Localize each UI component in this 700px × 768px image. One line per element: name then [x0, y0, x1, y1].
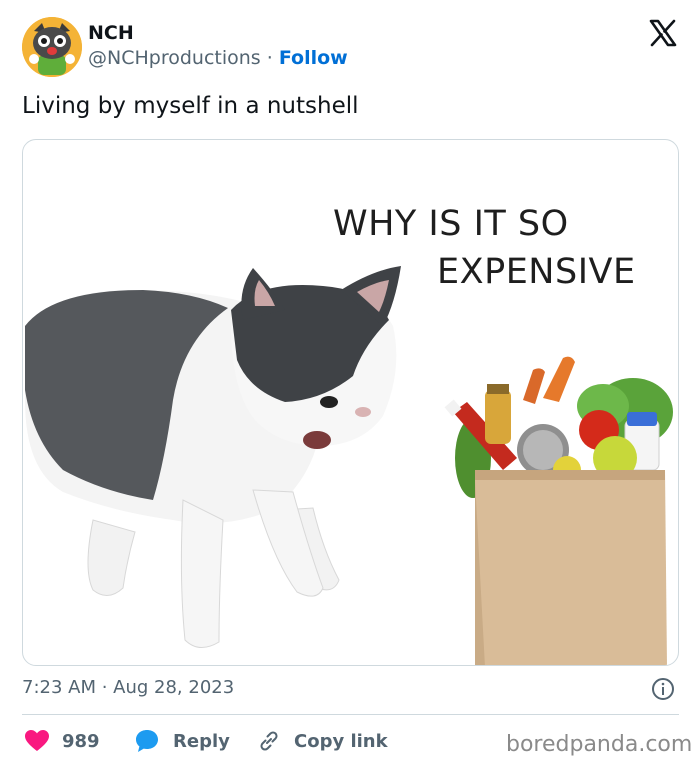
author-handle-line: @NCHproductions · Follow: [88, 47, 348, 69]
tweet-media[interactable]: WHY IS IT SO EXPENSIVE: [22, 139, 679, 666]
info-icon[interactable]: [651, 677, 675, 701]
tweet-text: Living by myself in a nutshell: [22, 93, 359, 119]
like-count: 989: [62, 730, 100, 752]
divider: [22, 714, 679, 715]
tweet-actions: 989 Reply Copy link: [22, 724, 502, 758]
follow-button[interactable]: Follow: [279, 47, 348, 69]
watermark: boredpanda.com: [506, 732, 693, 757]
avatar[interactable]: [22, 17, 82, 77]
reply-label: Reply: [173, 730, 230, 752]
x-logo-icon[interactable]: [648, 18, 678, 48]
like-button[interactable]: 989: [24, 724, 100, 758]
speech-bubble-icon: [136, 730, 158, 752]
handle-separator: ·: [266, 47, 273, 69]
tweet-timestamp[interactable]: 7:23 AM · Aug 28, 2023: [22, 677, 234, 698]
meme-image: [25, 266, 673, 665]
cat-illustration: [25, 266, 401, 648]
reply-button[interactable]: Reply: [134, 724, 230, 758]
tweet-header: NCH @NCHproductions · Follow: [0, 0, 700, 90]
copy-link-label: Copy link: [294, 730, 388, 752]
author-handle[interactable]: @NCHproductions: [88, 47, 261, 69]
avatar-cat-icon: [22, 17, 82, 77]
author-name[interactable]: NCH: [88, 22, 134, 44]
heart-icon: [25, 730, 49, 751]
link-icon: [260, 731, 278, 751]
grocery-bag-illustration: [444, 356, 673, 665]
copy-link-button[interactable]: Copy link: [257, 724, 388, 758]
